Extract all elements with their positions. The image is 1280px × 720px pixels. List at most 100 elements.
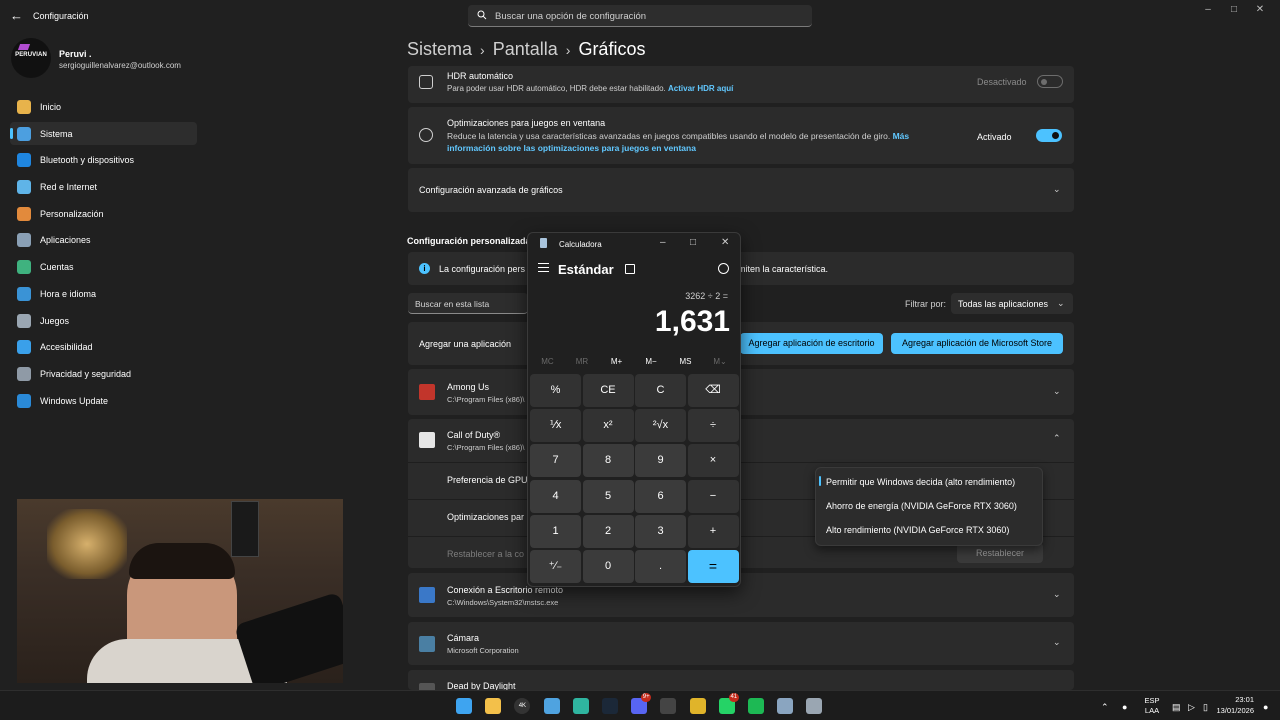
hamburger-menu-icon[interactable]: [538, 263, 549, 272]
seven-key[interactable]: 7: [530, 444, 581, 478]
avatar[interactable]: PERUVIAN: [11, 38, 51, 78]
microphone-icon[interactable]: ●: [1122, 702, 1132, 712]
chevron-up-icon[interactable]: ⌃: [1101, 702, 1111, 712]
square-key[interactable]: x²: [582, 409, 634, 443]
sidebar-item-red-e-internet[interactable]: Red e Internet: [10, 175, 197, 198]
memory-button[interactable]: M−: [634, 357, 669, 366]
nine-key[interactable]: 9: [635, 444, 686, 478]
app-red-icon[interactable]: [660, 698, 677, 714]
percent-key[interactable]: %: [530, 374, 581, 407]
activate-hdr-link[interactable]: Activar HDR aquí: [668, 84, 733, 93]
chrome-icon[interactable]: [689, 698, 706, 714]
five-key[interactable]: 5: [582, 479, 634, 513]
calc-minimize-button[interactable]: –: [660, 237, 666, 248]
sidebar-item-privacidad-y-seguridad[interactable]: Privacidad y seguridad: [10, 362, 197, 385]
clock-date[interactable]: 13/01/2026: [1206, 706, 1254, 715]
photos-icon[interactable]: [543, 698, 560, 714]
breadcrumb-display[interactable]: Pantalla: [493, 39, 558, 59]
app-card-dead-by-daylight[interactable]: Dead by Daylight: [408, 670, 1074, 690]
dropdown-option-auto[interactable]: Permitir que Windows decida (alto rendim…: [826, 477, 1015, 487]
file-explorer-icon[interactable]: [485, 698, 502, 714]
app-name: Cámara: [447, 633, 480, 643]
sidebar-item-accesibilidad[interactable]: Accesibilidad: [10, 335, 197, 358]
zero-key[interactable]: 0: [582, 550, 634, 583]
minimize-button[interactable]: –: [1198, 4, 1218, 18]
breadcrumb-system[interactable]: Sistema: [407, 39, 472, 59]
windowed-toggle[interactable]: [1036, 129, 1062, 142]
backspace-key[interactable]: ⌫: [687, 374, 739, 407]
filter-select[interactable]: Todas las aplicaciones ⌄: [951, 293, 1073, 314]
clear-key[interactable]: C: [635, 374, 686, 407]
sidebar-item-windows-update[interactable]: Windows Update: [10, 389, 197, 412]
reset-button[interactable]: Restablecer: [957, 543, 1043, 563]
network-icon[interactable]: ▤: [1172, 702, 1182, 712]
add-desktop-app-button[interactable]: Agregar aplicación de escritorio: [740, 333, 883, 354]
edge-icon[interactable]: [572, 698, 589, 714]
sidebar-item-aplicaciones[interactable]: Aplicaciones: [10, 228, 197, 251]
multiply-key[interactable]: ×: [687, 444, 739, 478]
windowed-info-link[interactable]: información sobre las optimizaciones par…: [447, 143, 696, 153]
windowed-more-link[interactable]: Más: [893, 131, 910, 141]
hdr-toggle[interactable]: [1037, 75, 1063, 88]
4k-app-icon[interactable]: 4K: [514, 698, 531, 714]
notification-icon[interactable]: ●: [1263, 702, 1273, 712]
memory-button[interactable]: MR: [565, 357, 600, 366]
sidebar-item-sistema[interactable]: Sistema: [10, 121, 197, 145]
keep-on-top-icon[interactable]: [625, 264, 635, 274]
chevron-down-icon: ⌄: [1053, 184, 1061, 194]
sidebar-item-label: Bluetooth y dispositivos: [40, 155, 135, 166]
equals-key[interactable]: =: [687, 550, 739, 583]
sidebar-item-juegos[interactable]: Juegos: [10, 309, 197, 332]
memory-button[interactable]: MS: [668, 357, 703, 366]
memory-button[interactable]: M+: [599, 357, 634, 366]
history-icon[interactable]: [718, 263, 729, 274]
six-key[interactable]: 6: [635, 479, 686, 513]
memory-button[interactable]: M⌄: [703, 357, 738, 366]
one-key[interactable]: 1: [530, 514, 581, 548]
dropdown-option-power-saving[interactable]: Ahorro de energía (NVIDIA GeForce RTX 30…: [826, 501, 1017, 511]
settings-search-input[interactable]: Buscar una opción de configuración: [468, 5, 812, 27]
sidebar-item-personalizaci-n[interactable]: Personalización: [10, 202, 197, 225]
clear-entry-key[interactable]: CE: [582, 374, 634, 407]
maximize-button[interactable]: □: [1224, 4, 1244, 18]
advanced-graphics-card[interactable]: Configuración avanzada de gráficos ⌄: [408, 168, 1074, 212]
app-card-remote-desktop[interactable]: Conexión a Escritorio remoto C:\Windows\…: [408, 573, 1074, 617]
reset-label: Restablecer a la co: [447, 549, 525, 559]
sidebar-item-hora-e-idioma[interactable]: Hora e idioma: [10, 282, 197, 305]
back-arrow-icon[interactable]: ←: [10, 8, 24, 23]
plus-key[interactable]: +: [687, 514, 739, 548]
minus-key[interactable]: −: [687, 479, 739, 513]
start-icon[interactable]: [456, 698, 472, 714]
sidebar-item-label: Aplicaciones: [40, 235, 91, 246]
two-key[interactable]: 2: [582, 514, 634, 548]
clock-time[interactable]: 23:01: [1206, 695, 1254, 704]
four-key[interactable]: 4: [530, 479, 581, 513]
sidebar-item-bluetooth-y-dispositivos[interactable]: Bluetooth y dispositivos: [10, 148, 197, 171]
spotify-icon[interactable]: [748, 698, 764, 714]
volume-icon[interactable]: ▷: [1188, 702, 1198, 712]
settings-icon[interactable]: [806, 698, 823, 714]
calc-maximize-button[interactable]: □: [690, 237, 696, 248]
square-root-key[interactable]: ²√x: [635, 409, 686, 443]
calculator-icon[interactable]: [777, 698, 794, 714]
divide-key[interactable]: ÷: [687, 409, 739, 443]
chevron-up-icon[interactable]: ⌃: [1053, 433, 1063, 443]
add-store-app-button[interactable]: Agregar aplicación de Microsoft Store: [891, 333, 1063, 354]
app-card-among-us[interactable]: Among Us C:\Program Files (x86)\ ⌄: [408, 369, 1074, 415]
eight-key[interactable]: 8: [582, 444, 634, 478]
reciprocal-key[interactable]: ⅟x: [530, 409, 581, 443]
close-button[interactable]: ✕: [1250, 4, 1270, 18]
decimal-key[interactable]: .: [635, 550, 686, 583]
sidebar-item-cuentas[interactable]: Cuentas: [10, 255, 197, 278]
calc-close-button[interactable]: ✕: [721, 237, 729, 248]
dropdown-option-high-performance[interactable]: Alto rendimiento (NVIDIA GeForce RTX 306…: [826, 525, 1009, 535]
negate-key[interactable]: ⁺∕₋: [530, 550, 581, 583]
list-search-input[interactable]: Buscar en esta lista: [408, 293, 528, 314]
keyboard-layout[interactable]: LAA: [1141, 706, 1163, 715]
language-code[interactable]: ESP: [1141, 696, 1163, 705]
sidebar-item-inicio[interactable]: Inicio: [10, 95, 197, 118]
three-key[interactable]: 3: [635, 514, 686, 548]
app-card-camera[interactable]: Cámara Microsoft Corporation ⌄: [408, 622, 1074, 665]
memory-button[interactable]: MC: [530, 357, 565, 366]
steam-icon[interactable]: [602, 698, 618, 714]
